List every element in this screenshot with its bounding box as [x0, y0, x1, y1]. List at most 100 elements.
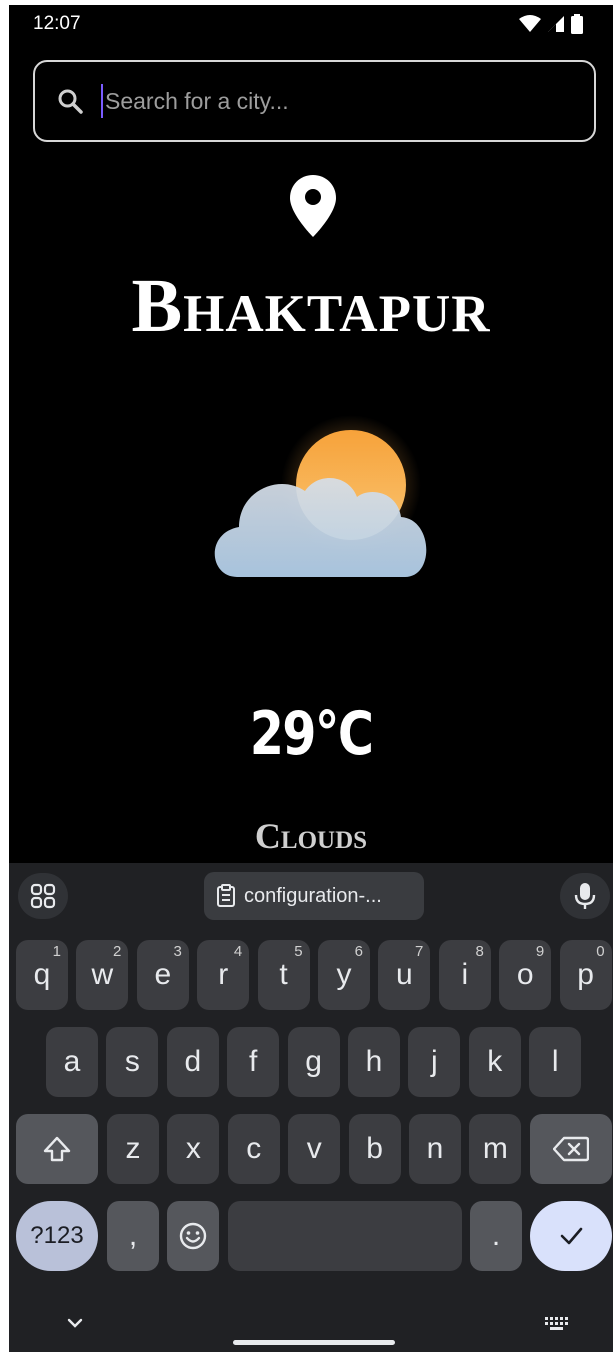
apps-grid-icon[interactable]	[18, 873, 68, 919]
key-i-label: i	[461, 958, 469, 991]
key-w-hint: 2	[113, 943, 122, 960]
cloud-sun-icon	[214, 415, 427, 577]
key-t[interactable]: t5	[257, 940, 310, 1010]
space-key[interactable]	[228, 1201, 462, 1271]
key-q[interactable]: q1	[16, 940, 68, 1010]
clipboard-suggestion-chip[interactable]: configuration-...	[204, 872, 424, 920]
key-o-hint: 9	[535, 943, 545, 960]
key-u[interactable]: u7	[378, 940, 431, 1010]
city-name: Bhaktapur	[131, 264, 491, 348]
key-w-label: w	[91, 958, 114, 991]
key-e-label: e	[154, 958, 172, 991]
key-n[interactable]: n	[409, 1114, 461, 1184]
key-d-label: d	[184, 1045, 202, 1078]
key-n-label: n	[426, 1132, 444, 1165]
key-i-hint: 8	[475, 943, 484, 960]
period-key-label: .	[491, 1219, 501, 1252]
key-j[interactable]: j	[408, 1027, 461, 1097]
key-r-hint: 4	[233, 943, 243, 960]
symbols-key[interactable]: ?123	[16, 1201, 98, 1271]
on-screen-keyboard: configuration-... q1w2e3r4t5y6u7i8o9p0as…	[9, 863, 613, 1352]
key-a[interactable]: a	[46, 1027, 98, 1097]
key-l[interactable]: l	[529, 1027, 582, 1097]
key-g[interactable]: g	[287, 1027, 340, 1097]
enter-key[interactable]	[530, 1201, 612, 1271]
key-s[interactable]: s	[106, 1027, 159, 1097]
key-t-hint: 5	[294, 943, 303, 960]
key-d[interactable]: d	[166, 1027, 219, 1097]
key-s-label: s	[124, 1045, 140, 1078]
key-b-label: b	[366, 1132, 383, 1165]
key-v[interactable]: v	[288, 1114, 341, 1184]
key-q-label: q	[33, 958, 51, 991]
key-o-label: o	[516, 958, 534, 991]
status-icons	[519, 14, 583, 34]
temperature: 29°C	[249, 699, 374, 769]
microphone-icon[interactable]	[560, 873, 610, 919]
search-input[interactable]	[101, 84, 541, 118]
period-key[interactable]: .	[470, 1201, 522, 1271]
key-b[interactable]: b	[348, 1114, 401, 1184]
key-v-label: v	[306, 1132, 322, 1165]
key-l-label: l	[551, 1045, 559, 1078]
location-pin-icon	[290, 175, 336, 237]
key-p[interactable]: p0	[559, 940, 612, 1010]
search-icon[interactable]	[55, 86, 85, 116]
key-w[interactable]: w2	[76, 940, 129, 1010]
key-c[interactable]: c	[227, 1114, 280, 1184]
key-p-label: p	[577, 958, 594, 991]
key-u-hint: 7	[415, 943, 424, 960]
weather-condition: Clouds	[254, 816, 368, 856]
key-h-label: h	[365, 1045, 383, 1078]
backspace-icon	[553, 1136, 589, 1162]
key-f-label: f	[249, 1045, 258, 1078]
home-indicator[interactable]	[233, 1340, 395, 1345]
keyboard-switch-icon[interactable]	[543, 1315, 569, 1333]
key-p-hint: 0	[596, 943, 605, 960]
emoji-icon	[179, 1222, 207, 1250]
clipboard-icon	[217, 884, 235, 907]
key-o[interactable]: o9	[499, 940, 552, 1010]
key-k[interactable]: k	[468, 1027, 521, 1097]
comma-key-label: ,	[128, 1219, 138, 1252]
key-x-label: x	[185, 1132, 201, 1165]
key-j-label: j	[431, 1045, 438, 1078]
key-y[interactable]: y6	[318, 940, 370, 1010]
search-box[interactable]	[33, 60, 596, 142]
key-t-label: t	[279, 958, 288, 991]
cell-signal-icon	[548, 16, 564, 32]
key-h[interactable]: h	[348, 1027, 400, 1097]
clipboard-chip-text: configuration-...	[244, 884, 382, 907]
key-f[interactable]: f	[227, 1027, 280, 1097]
wifi-icon	[519, 15, 541, 32]
key-a-label: a	[63, 1045, 81, 1078]
key-z-label: z	[125, 1132, 141, 1165]
shift-key[interactable]	[16, 1114, 98, 1184]
app-screen: 12:07 Bhaktapur	[9, 5, 613, 1352]
key-i[interactable]: i8	[438, 940, 491, 1010]
key-m[interactable]: m	[469, 1114, 522, 1184]
comma-key[interactable]: ,	[107, 1201, 159, 1271]
key-z[interactable]: z	[107, 1114, 159, 1184]
key-e-hint: 3	[173, 943, 182, 960]
battery-icon	[571, 14, 583, 34]
symbols-key-label: ?123	[30, 1222, 84, 1249]
key-q-hint: 1	[52, 943, 61, 960]
shift-icon	[43, 1136, 71, 1162]
key-y-hint: 6	[354, 943, 363, 960]
key-e[interactable]: e3	[136, 940, 189, 1010]
checkmark-icon	[560, 1227, 583, 1245]
key-k-label: k	[487, 1045, 503, 1078]
emoji-key[interactable]	[167, 1201, 219, 1271]
key-r-label: r	[218, 958, 229, 991]
key-g-label: g	[305, 1045, 322, 1078]
key-y-label: y	[336, 958, 352, 991]
key-m-label: m	[482, 1132, 508, 1165]
key-x[interactable]: x	[167, 1114, 220, 1184]
key-r[interactable]: r4	[197, 940, 250, 1010]
key-c-label: c	[246, 1132, 262, 1165]
backspace-key[interactable]	[530, 1114, 612, 1184]
chevron-down-icon[interactable]	[63, 1311, 87, 1335]
status-time: 12:07	[33, 13, 81, 34]
keyboard-toolbar: configuration-...	[9, 863, 613, 929]
